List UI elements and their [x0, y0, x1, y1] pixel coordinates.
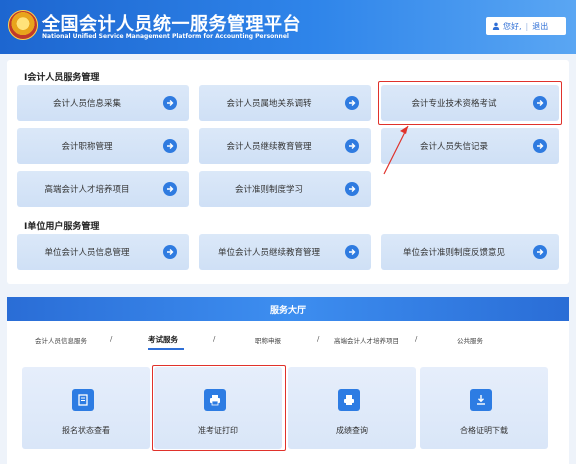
arrow-right-icon: [163, 182, 177, 196]
tab-separator: /: [317, 335, 320, 343]
arrow-right-icon: [533, 139, 547, 153]
user-icon: [492, 22, 500, 30]
tab-title-application[interactable]: 职称申报: [255, 335, 281, 345]
card-label: 合格证明下载: [460, 426, 508, 435]
arrow-right-icon: [345, 96, 359, 110]
active-tab-underline: [148, 348, 184, 350]
tab-talent-program[interactable]: 高端会计人才培养项目: [334, 335, 399, 345]
highlight-box-ticket: [152, 365, 286, 451]
tile-label: 会计人员继续教育管理: [226, 142, 312, 152]
hall-tabs: 会计人员信息服务 / 考试服务 / 职称申报 / 高端会计人才培养项目 / 公共…: [7, 334, 569, 350]
tile-info-collection[interactable]: 会计人员信息采集: [17, 85, 189, 121]
greeting-text: 您好,: [503, 21, 522, 31]
arrow-right-icon: [345, 245, 359, 259]
tile-label: 会计人员属地关系调转: [226, 99, 312, 109]
tile-unit-continuing-education[interactable]: 单位会计人员继续教育管理: [199, 234, 371, 270]
tile-label: 高端会计人才培养项目: [44, 185, 130, 195]
tab-accountant-info[interactable]: 会计人员信息服务: [35, 335, 87, 345]
card-registration-status[interactable]: 报名状态查看: [22, 367, 150, 449]
tile-label: 单位会计准则制度反馈意见: [402, 248, 505, 258]
download-icon: [470, 389, 492, 411]
tile-standards-study[interactable]: 会计准则制度学习: [199, 171, 371, 207]
unit-section-title: I单位用户服务管理: [24, 222, 100, 232]
national-emblem-logo: [8, 10, 38, 40]
tile-label: 会计人员信息采集: [52, 99, 121, 109]
tab-separator: /: [415, 335, 418, 343]
tile-relation-transfer[interactable]: 会计人员属地关系调转: [199, 85, 371, 121]
tab-exam-service[interactable]: 考试服务: [148, 334, 178, 345]
tile-continuing-education[interactable]: 会计人员继续教育管理: [199, 128, 371, 164]
report-icon: [72, 389, 94, 411]
services-panel: I会计人员服务管理 会计人员信息采集 会计人员属地关系调转 会计专业技术资格考试…: [7, 60, 569, 284]
highlight-box-exam: [378, 81, 562, 125]
site-title-english: National Unified Service Management Plat…: [42, 33, 289, 40]
printer-doc-icon: [338, 389, 360, 411]
arrow-right-icon: [163, 139, 177, 153]
card-score-query[interactable]: 成绩查询: [288, 367, 416, 449]
accountant-section-title: I会计人员服务管理: [24, 73, 100, 83]
arrow-right-icon: [533, 245, 547, 259]
arrow-right-icon: [345, 139, 359, 153]
arrow-right-icon: [345, 182, 359, 196]
tile-title-management[interactable]: 会计职称管理: [17, 128, 189, 164]
card-label: 报名状态查看: [62, 426, 110, 435]
tile-label: 会计准则制度学习: [234, 185, 303, 195]
tile-label: 单位会计人员继续教育管理: [217, 248, 320, 258]
arrow-right-icon: [163, 96, 177, 110]
user-box: 您好, | 退出: [486, 17, 566, 35]
tab-separator: /: [110, 335, 113, 343]
top-header: 全国会计人员统一服务管理平台 National Unified Service …: [0, 0, 576, 54]
tile-talent-program[interactable]: 高端会计人才培养项目: [17, 171, 189, 207]
tile-label: 单位会计人员信息管理: [44, 248, 130, 258]
tile-label: 会计职称管理: [61, 142, 113, 152]
user-separator: |: [525, 21, 529, 31]
card-certificate-download[interactable]: 合格证明下载: [420, 367, 548, 449]
card-label: 成绩查询: [336, 426, 368, 435]
tab-separator: /: [213, 335, 216, 343]
tile-dishonesty-record[interactable]: 会计人员失信记录: [381, 128, 559, 164]
tab-public-service[interactable]: 公共服务: [457, 335, 483, 345]
arrow-right-icon: [163, 245, 177, 259]
logout-link[interactable]: 退出: [532, 21, 548, 32]
tile-unit-standards-feedback[interactable]: 单位会计准则制度反馈意见: [381, 234, 559, 270]
tile-label: 会计人员失信记录: [419, 142, 488, 152]
hall-title: 服务大厅: [7, 297, 569, 321]
tile-unit-info-management[interactable]: 单位会计人员信息管理: [17, 234, 189, 270]
service-hall: 服务大厅 会计人员信息服务 / 考试服务 / 职称申报 / 高端会计人才培养项目…: [7, 297, 569, 464]
